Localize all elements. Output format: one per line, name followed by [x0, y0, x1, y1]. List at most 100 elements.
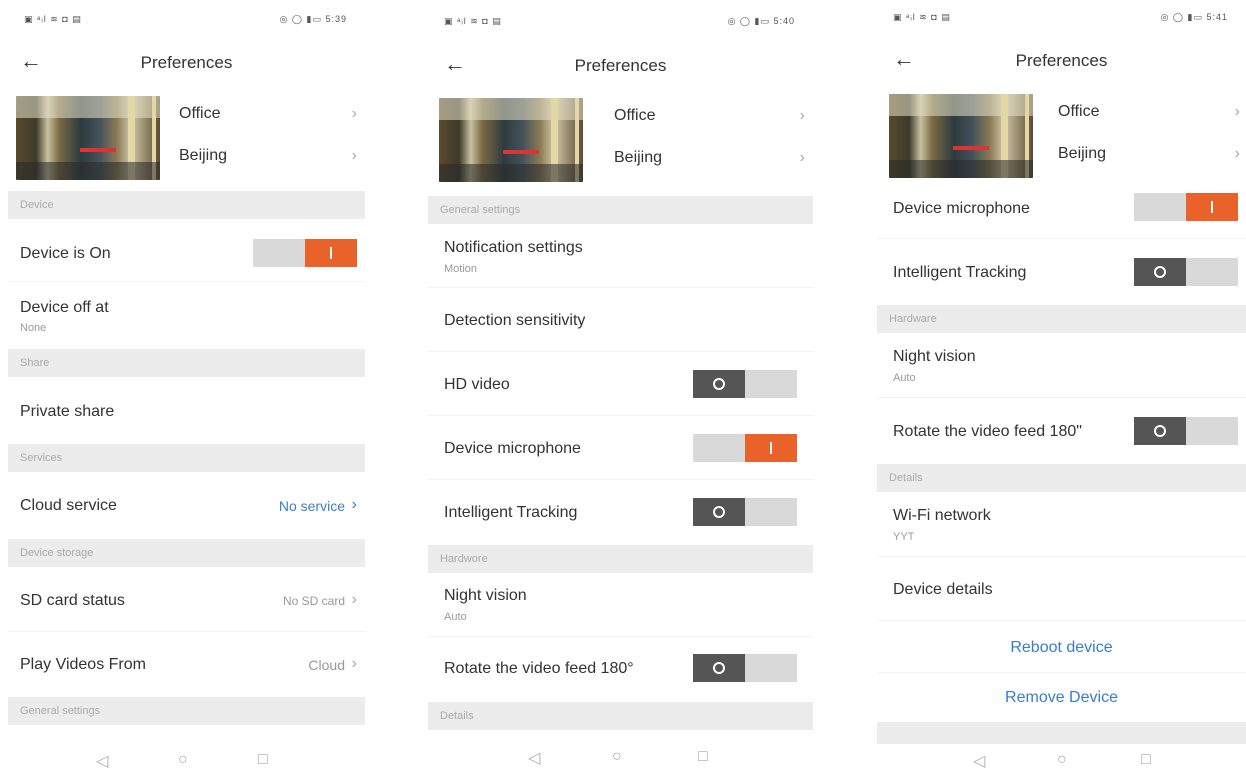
intelligent-tracking-toggle[interactable] — [693, 498, 797, 526]
night-vision-value: Auto — [444, 611, 467, 623]
private-share-row[interactable]: Private share — [20, 403, 114, 421]
divider — [877, 556, 1246, 557]
phone-screen-1: ▣ ᵃᵢl ≋ ◘ ▤ ◎ ◯ ▮▭ 5:39 ← Preferences Of… — [8, 0, 365, 771]
device-location[interactable]: Beijing — [179, 147, 227, 165]
chevron-right-icon: › — [799, 107, 805, 124]
chevron-right-icon: › — [1234, 103, 1240, 120]
rotate-video-toggle[interactable] — [1134, 417, 1238, 445]
status-time: 5:39 — [325, 14, 347, 24]
status-bar-left-icons: ▣ ᵃᵢl ≋ ◘ ▤ — [444, 16, 502, 26]
page-title: Preferences — [574, 56, 667, 75]
page-title: Preferences — [140, 53, 233, 72]
chevron-right-icon: › — [351, 591, 357, 608]
night-vision-label[interactable]: Night vision — [444, 587, 527, 605]
status-bar-right: ◎ ◯ ▮▭ 5:39 — [279, 14, 347, 24]
device-name[interactable]: Office — [614, 107, 656, 125]
play-videos-from-value: Cloud — [308, 657, 345, 673]
nav-back-icon[interactable]: ◁ — [973, 751, 985, 771]
night-vision-label[interactable]: Night vision — [893, 348, 976, 366]
rotate-video-label: Rotate the video feed 180" — [893, 423, 1082, 440]
divider — [428, 415, 813, 416]
rotate-video-toggle[interactable] — [693, 654, 797, 682]
section-header-device: Device — [8, 191, 365, 219]
device-off-at-label[interactable]: Device off at — [20, 299, 109, 317]
cloud-service-label[interactable]: Cloud service — [20, 497, 117, 515]
nav-recents-icon[interactable]: □ — [698, 748, 708, 766]
section-header-hardware: Hardware — [877, 305, 1246, 333]
nav-home-icon[interactable]: ○ — [612, 748, 622, 766]
divider — [428, 636, 813, 637]
nav-back-icon[interactable]: ◁ — [96, 751, 108, 771]
remove-device-button[interactable]: Remove Device — [877, 689, 1246, 707]
divider — [428, 479, 813, 480]
nav-recents-icon[interactable]: □ — [258, 751, 268, 769]
nav-home-icon[interactable]: ○ — [1057, 751, 1067, 769]
notification-settings-value: Motion — [444, 263, 478, 275]
phone-screen-3: ▣ ᵃᵢl ≋ ◘ ▤ ◎ ◯ ▮▭ 5:41 ← Preferences Of… — [877, 0, 1246, 771]
status-time: 5:41 — [1206, 12, 1228, 22]
device-details-row[interactable]: Device details — [893, 581, 993, 599]
divider — [8, 631, 365, 632]
nav-back-icon[interactable]: ◁ — [528, 748, 540, 768]
divider — [877, 672, 1246, 673]
device-microphone-toggle[interactable] — [1134, 193, 1238, 221]
chevron-right-icon: › — [351, 496, 357, 513]
camera-thumbnail[interactable] — [16, 96, 160, 180]
intelligent-tracking-label: Intelligent Tracking — [893, 264, 1027, 281]
detection-sensitivity-row[interactable]: Detection sensitivity — [444, 312, 585, 330]
section-header-details: Details — [877, 464, 1246, 492]
section-header-general-settings: General settings — [428, 196, 813, 224]
device-name[interactable]: Office — [179, 105, 221, 123]
hd-video-toggle[interactable] — [693, 370, 797, 398]
device-name[interactable]: Office — [1058, 103, 1100, 121]
status-bar-right: ◎ ◯ ▮▭ 5:40 — [727, 16, 795, 26]
device-microphone-label: Device microphone — [444, 440, 581, 457]
cloud-service-value[interactable]: No service — [279, 498, 345, 514]
reboot-device-button[interactable]: Reboot device — [877, 639, 1246, 657]
notification-settings-label[interactable]: Notification settings — [444, 239, 583, 257]
chevron-right-icon: › — [1234, 145, 1240, 162]
device-microphone-label: Device microphone — [893, 200, 1030, 217]
phone-screen-2: ▣ ᵃᵢl ≋ ◘ ▤ ◎ ◯ ▮▭ 5:40 ← Preferences Of… — [428, 0, 813, 771]
bottom-gray-band — [877, 722, 1246, 744]
chevron-right-icon: › — [351, 655, 357, 672]
status-bar-left-icons: ▣ ᵃᵢl ≋ ◘ ▤ — [893, 12, 951, 22]
nav-recents-icon[interactable]: □ — [1141, 751, 1151, 769]
section-header-services: Services — [8, 444, 365, 472]
device-is-on-label: Device is On — [20, 245, 111, 262]
device-is-on-toggle[interactable] — [253, 239, 357, 267]
device-location[interactable]: Beijing — [1058, 145, 1106, 163]
section-header-general-settings: General settings — [8, 697, 365, 725]
night-vision-value: Auto — [893, 372, 916, 384]
wifi-network-value: YYT — [893, 531, 915, 543]
section-header-device-storage: Device storage — [8, 539, 365, 567]
hd-video-label: HD video — [444, 376, 510, 393]
camera-thumbnail[interactable] — [889, 94, 1033, 178]
status-bar-left-icons: ▣ ᵃᵢl ≋ ◘ ▤ — [24, 14, 82, 24]
wifi-network-label[interactable]: Wi-Fi network — [893, 507, 991, 525]
divider — [877, 238, 1246, 239]
chevron-right-icon: › — [351, 147, 357, 164]
divider — [8, 281, 365, 282]
intelligent-tracking-label: Intelligent Tracking — [444, 504, 578, 521]
divider — [877, 397, 1246, 398]
camera-thumbnail[interactable] — [439, 98, 583, 182]
rotate-video-label: Rotate the video feed 180° — [444, 660, 634, 677]
device-microphone-toggle[interactable] — [693, 434, 797, 462]
chevron-right-icon: › — [799, 149, 805, 166]
chevron-right-icon: › — [351, 105, 357, 122]
divider — [428, 287, 813, 288]
intelligent-tracking-toggle[interactable] — [1134, 258, 1238, 286]
nav-home-icon[interactable]: ○ — [178, 751, 188, 769]
sd-card-status-value: No SD card — [282, 594, 345, 608]
section-header-hardware: Hardwore — [428, 545, 813, 573]
section-header-share: Share — [8, 349, 365, 377]
section-header-details: Details — [428, 702, 813, 730]
device-off-at-value: None — [20, 322, 47, 334]
divider — [428, 351, 813, 352]
sd-card-status-label[interactable]: SD card status — [20, 592, 125, 610]
page-title: Preferences — [1015, 51, 1108, 70]
status-bar-right: ◎ ◯ ▮▭ 5:41 — [1160, 12, 1228, 22]
device-location[interactable]: Beijing — [614, 149, 662, 167]
play-videos-from-label[interactable]: Play Videos From — [20, 656, 146, 674]
